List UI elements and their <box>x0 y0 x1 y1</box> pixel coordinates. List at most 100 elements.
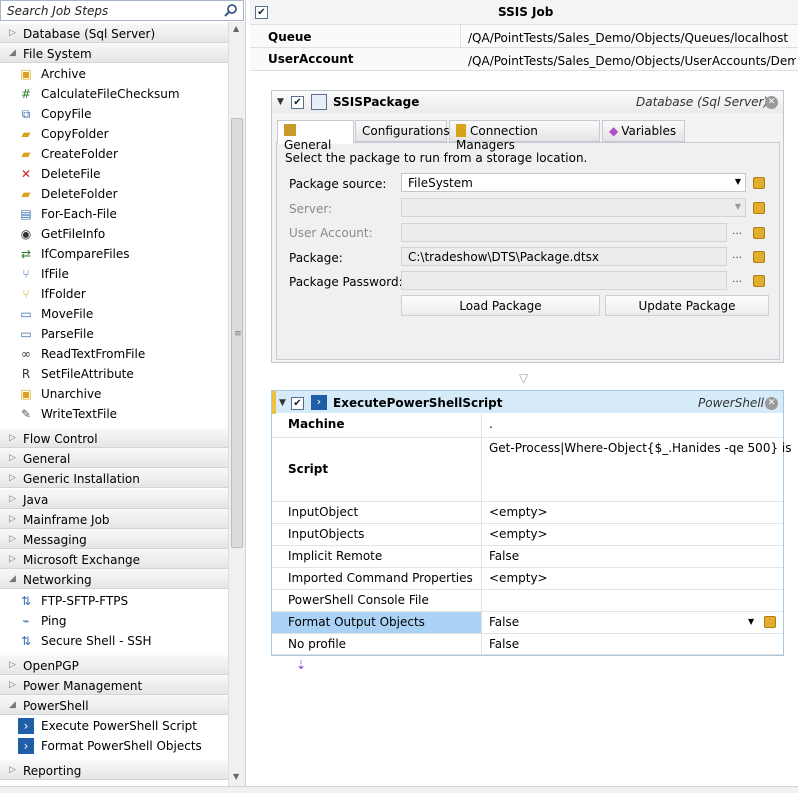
step-item[interactable]: ✕ DeleteFile <box>16 164 226 184</box>
collapsed-icon[interactable]: ▷ <box>9 554 16 564</box>
property-row[interactable]: PowerShell Console File <box>272 590 783 612</box>
variable-picker-icon[interactable] <box>753 275 765 287</box>
collapsed-icon[interactable]: ▷ <box>9 473 16 483</box>
category-messaging[interactable]: ▷ Messaging <box>0 529 228 549</box>
property-row[interactable]: InputObject <empty> <box>272 502 783 524</box>
variable-picker-icon[interactable] <box>753 227 765 239</box>
variable-picker-icon[interactable] <box>753 251 765 263</box>
property-value[interactable]: False <box>489 637 519 651</box>
property-value[interactable]: False <box>489 615 519 629</box>
ssis-enabled-checkbox[interactable]: ✔ <box>291 96 304 109</box>
property-row[interactable]: Imported Command Properties <empty> <box>272 568 783 590</box>
left-scrollbar[interactable]: ▲ ≡ ▼ <box>228 22 245 786</box>
category-openpgp[interactable]: ▷ OpenPGP <box>0 655 228 675</box>
step-item[interactable]: ▭ ParseFile <box>16 324 226 344</box>
step-item[interactable]: ⑂ IfFile <box>16 264 226 284</box>
chevron-down-icon[interactable]: ▼ <box>748 617 754 626</box>
step-item[interactable]: ▰ CopyFolder <box>16 124 226 144</box>
step-item[interactable]: ▣ Archive <box>16 64 226 84</box>
category-database-sql-server-[interactable]: ▷ Database (Sql Server) <box>0 23 228 43</box>
step-item[interactable]: R SetFileAttribute <box>16 364 226 384</box>
category-flow-control[interactable]: ▷ Flow Control <box>0 428 228 448</box>
step-item[interactable]: ⑂ IfFolder <box>16 284 226 304</box>
job-enabled-checkbox[interactable]: ✔ <box>255 6 268 19</box>
search-box[interactable]: Search Job Steps <box>0 0 244 21</box>
collapsed-icon[interactable]: ▷ <box>9 765 16 775</box>
category-file-system[interactable]: ◢ File System <box>0 43 228 63</box>
category-reporting[interactable]: ▷ Reporting <box>0 760 228 780</box>
step-item[interactable]: ⌁ Ping <box>16 611 226 631</box>
collapse-arrow-icon[interactable]: ▼ <box>279 398 286 408</box>
collapsed-icon[interactable]: ▷ <box>9 494 16 504</box>
variable-picker-icon[interactable] <box>753 177 765 189</box>
property-value[interactable]: <empty> <box>489 527 548 541</box>
variable-picker-icon[interactable] <box>764 616 776 628</box>
collapsed-icon[interactable]: ▷ <box>9 680 16 690</box>
user-account-value[interactable]: /QA/PointTests/Sales_Demo/Objects/UserAc… <box>468 54 796 68</box>
chevron-down-icon[interactable]: ▼ <box>735 177 741 186</box>
property-value[interactable]: . <box>489 417 493 431</box>
package-password-field[interactable] <box>401 271 727 290</box>
step-item[interactable]: ✎ WriteTextFile <box>16 404 226 424</box>
tab-connection-managers[interactable]: Connection Managers <box>449 120 600 152</box>
package-path-field[interactable]: C:\tradeshow\DTS\Package.dtsx <box>401 247 727 266</box>
tab-configurations[interactable]: Configurations <box>355 120 450 142</box>
category-java[interactable]: ▷ Java <box>0 488 228 509</box>
property-value[interactable]: <empty> <box>489 571 548 585</box>
step-item[interactable]: # CalculateFileChecksum <box>16 84 226 104</box>
close-icon[interactable]: ✕ <box>765 397 778 410</box>
step-item[interactable]: ▰ DeleteFolder <box>16 184 226 204</box>
load-package-button[interactable]: Load Package <box>401 295 600 316</box>
step-item[interactable]: ⇄ IfCompareFiles <box>16 244 226 264</box>
horizontal-scrollbar[interactable] <box>0 786 798 793</box>
category-power-management[interactable]: ▷ Power Management <box>0 675 228 695</box>
collapsed-icon[interactable]: ▷ <box>9 514 16 524</box>
step-item[interactable]: ⇅ FTP-SFTP-FTPS <box>16 591 226 611</box>
powershell-enabled-checkbox[interactable]: ✔ <box>291 397 304 410</box>
variable-picker-icon[interactable] <box>753 202 765 214</box>
property-row[interactable]: No profile False <box>272 634 783 655</box>
step-item[interactable]: ⇅ Secure Shell - SSH <box>16 631 226 651</box>
scroll-down-icon[interactable]: ▼ <box>233 772 239 781</box>
step-item[interactable]: ∞ ReadTextFromFile <box>16 344 226 364</box>
category-general[interactable]: ▷ General <box>0 448 228 469</box>
collapsed-icon[interactable]: ▷ <box>9 453 16 463</box>
step-item[interactable]: › Format PowerShell Objects <box>16 736 226 756</box>
property-value[interactable]: False <box>489 549 519 563</box>
expanded-icon[interactable]: ◢ <box>9 574 16 584</box>
collapsed-icon[interactable]: ▷ <box>9 28 16 38</box>
category-generic-installation[interactable]: ▷ Generic Installation <box>0 468 228 489</box>
package-source-select[interactable]: FileSystem ▼ <box>401 173 746 192</box>
collapsed-icon[interactable]: ▷ <box>9 433 16 443</box>
browse-button[interactable]: … <box>729 247 745 266</box>
step-item[interactable]: ◉ GetFileInfo <box>16 224 226 244</box>
category-networking[interactable]: ◢ Networking <box>0 569 228 590</box>
property-row[interactable]: Script Get-Process|Where-Object{$_.Hanide… <box>272 438 791 502</box>
category-microsoft-exchange[interactable]: ▷ Microsoft Exchange <box>0 549 228 570</box>
expanded-icon[interactable]: ◢ <box>9 700 16 710</box>
queue-value[interactable]: /QA/PointTests/Sales_Demo/Objects/Queues… <box>468 31 796 45</box>
property-row[interactable]: Implicit Remote False <box>272 546 783 568</box>
step-item[interactable]: › Execute PowerShell Script <box>16 716 226 736</box>
scrollbar-thumb[interactable]: ≡ <box>231 118 243 548</box>
search-input[interactable]: Search Job Steps <box>7 4 108 18</box>
step-item[interactable]: ▣ Unarchive <box>16 384 226 404</box>
tab-variables[interactable]: ◆ Variables <box>602 120 685 142</box>
step-item[interactable]: ▭ MoveFile <box>16 304 226 324</box>
property-row[interactable]: Machine. <box>272 414 783 438</box>
collapsed-icon[interactable]: ▷ <box>9 534 16 544</box>
category-mainframe-job[interactable]: ▷ Mainframe Job <box>0 508 228 529</box>
update-package-button[interactable]: Update Package <box>605 295 769 316</box>
property-row[interactable]: Format Output Objects False ▼ <box>272 612 783 634</box>
scroll-up-icon[interactable]: ▲ <box>233 24 239 33</box>
expanded-icon[interactable]: ◢ <box>9 48 16 58</box>
property-value[interactable]: <empty> <box>489 505 548 519</box>
step-item[interactable]: ⧉ CopyFile <box>16 104 226 124</box>
property-value[interactable]: Get-Process|Where-Object{$_.Hanides -qe … <box>489 441 791 455</box>
step-item[interactable]: ▰ CreateFolder <box>16 144 226 164</box>
collapse-arrow-icon[interactable]: ▼ <box>277 97 284 107</box>
search-icon[interactable] <box>223 3 239 19</box>
add-step-icon[interactable]: ⇣ <box>296 658 306 672</box>
property-row[interactable]: InputObjects <empty> <box>272 524 783 546</box>
tab-general[interactable]: General <box>277 120 354 152</box>
